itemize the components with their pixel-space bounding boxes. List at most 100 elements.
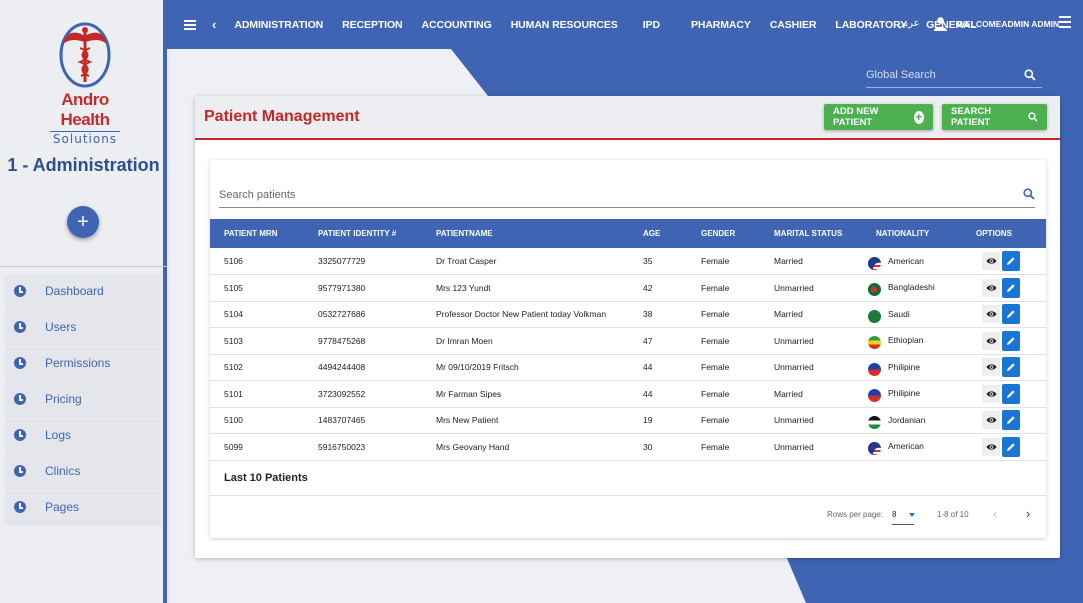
view-button[interactable] (982, 252, 1000, 270)
table-row[interactable]: 5102 4494244408 Mr 09/10/2019 Fritsch 44 Fem… (210, 354, 1046, 381)
nav-accounting[interactable]: ACCOUNTING (422, 19, 492, 31)
nav-administration[interactable]: ADMINISTRATION (234, 19, 323, 31)
patient-search-input[interactable] (219, 184, 999, 206)
brand-name: Andro Health (60, 90, 110, 129)
rows-per-page-label: Rows per page: (827, 510, 884, 519)
sidebar-item-pricing[interactable]: Pricing (5, 382, 161, 416)
col-header-gender[interactable]: GENDER (687, 219, 760, 248)
table-row[interactable]: 5105 9577971380 Mrs 123 Yundt 42 Female Unmar… (210, 275, 1046, 301)
nav-pharmacy[interactable]: PHARMACY (691, 19, 751, 31)
user-name[interactable]: WELCOMEADMIN ADMIN (957, 19, 1059, 29)
rows-per-page-select[interactable]: 8 (892, 510, 915, 525)
logo: Andro Health Solutions (40, 22, 130, 146)
pencil-icon (1007, 257, 1015, 265)
col-header-marital[interactable]: MARITAL STATUS (760, 219, 854, 248)
patient-management-card: Patient Management ADD NEW PATIENT + SEA… (195, 96, 1060, 558)
sidebar-item-pages[interactable]: Pages (5, 490, 161, 524)
cell-nationality: Philipine (854, 381, 968, 408)
edit-button[interactable] (1002, 436, 1020, 457)
cell-mrn: 5106 (224, 256, 243, 266)
col-header-name[interactable]: PATIENTNAME (422, 219, 629, 248)
cell-gender: Female (701, 415, 730, 426)
language-toggle[interactable]: عربي (897, 18, 920, 29)
table-row[interactable]: 5101 3723092552 Mr Farman Sipes 44 Female Mar… (210, 381, 1046, 408)
view-button[interactable] (982, 331, 1000, 350)
cell-marital: Unmarried (774, 415, 814, 426)
cell-identity: 5916750023 (318, 441, 366, 452)
sidebar-item-clinics[interactable]: Clinics (5, 454, 161, 488)
rows-per-page-value: 8 (892, 510, 897, 519)
clock-icon (14, 393, 26, 405)
add-new-patient-button[interactable]: ADD NEW PATIENT + (824, 104, 933, 130)
eye-icon (986, 364, 996, 370)
cell-gender: Female (701, 388, 730, 399)
add-fab-button[interactable]: + (67, 206, 99, 238)
search-icon[interactable] (1023, 188, 1035, 200)
edit-button[interactable] (1002, 357, 1020, 378)
cell-age: 44 (643, 388, 653, 399)
edit-button[interactable] (1002, 383, 1020, 404)
edit-button[interactable] (1002, 330, 1020, 351)
nav-reception[interactable]: RECEPTION (342, 19, 402, 31)
card-header: Patient Management ADD NEW PATIENT + SEA… (195, 96, 1060, 140)
next-page-button[interactable]: › (1026, 506, 1030, 521)
eye-icon (986, 338, 996, 344)
sidebar-item-permissions[interactable]: Permissions (5, 346, 161, 380)
sidebar: Andro Health Solutions 1 - Administratio… (0, 0, 167, 603)
cell-marital: Unmarried (774, 441, 814, 452)
cell-options (968, 328, 1046, 355)
cell-mrn: 5103 (224, 335, 243, 346)
nav-human-resources[interactable]: HUMAN RESOURCES (511, 19, 618, 31)
user-icon[interactable] (934, 17, 947, 31)
sidebar-item-dashboard[interactable]: Dashboard (5, 274, 161, 308)
view-button[interactable] (982, 384, 1000, 403)
edit-button[interactable] (1002, 251, 1020, 271)
view-button[interactable] (982, 411, 1000, 430)
table-row[interactable]: 5100 1483707465 Mrs New Patient 19 Female Unm… (210, 407, 1046, 434)
sidebar-item-label: Users (45, 320, 77, 334)
table-row[interactable]: 5106 3325077729 Dr Troat Casper 35 Female Mar… (210, 248, 1046, 275)
sidebar-item-label: Pages (45, 500, 80, 514)
hamburger-menu-icon[interactable] (184, 18, 196, 32)
col-header-identity[interactable]: PATIENT IDENTITY # (304, 219, 422, 248)
edit-button[interactable] (1002, 277, 1020, 298)
dropdown-caret-icon (909, 513, 915, 517)
collapse-chevron-icon[interactable]: ‹ (212, 17, 216, 32)
eye-icon (986, 444, 996, 450)
ph-flag-icon (868, 362, 881, 376)
search-patient-button[interactable]: SEARCH PATIENT (942, 104, 1047, 130)
cell-age: 38 (643, 309, 653, 320)
cell-identity: 9577971380 (318, 282, 366, 293)
view-button[interactable] (982, 358, 1000, 377)
search-icon[interactable] (1024, 69, 1036, 81)
sidebar-item-label: Logs (45, 428, 72, 442)
clock-icon (14, 321, 26, 333)
patients-table-panel: PATIENT MRN PATIENT IDENTITY # PATIENTNA… (210, 160, 1046, 538)
view-button[interactable] (982, 305, 1000, 324)
cell-mrn: 5099 (224, 441, 243, 452)
global-search-input[interactable] (866, 64, 1016, 86)
sidebar-item-logs[interactable]: Logs (5, 418, 161, 452)
view-button[interactable] (982, 278, 1000, 297)
cell-name: Dr Troat Casper (436, 256, 497, 266)
sidebar-menu: Dashboard Users Permissions Pricing Logs… (5, 274, 161, 526)
eye-icon (986, 391, 996, 397)
col-header-nationality[interactable]: NATIONALITY (854, 219, 968, 248)
view-button[interactable] (982, 437, 1000, 456)
sa-flag-icon (868, 309, 881, 323)
col-header-age[interactable]: AGE (629, 219, 687, 248)
table-row[interactable]: 5104 0532727686 Professor Doctor New Patie… (210, 301, 1046, 328)
edit-button[interactable] (1002, 410, 1020, 431)
sidebar-item-users[interactable]: Users (5, 310, 161, 344)
edit-button[interactable] (1002, 304, 1020, 325)
sidebar-item-label: Clinics (45, 464, 81, 478)
table-row[interactable]: 5103 9778475268 Dr Imran Moen 47 Female Unmar… (210, 328, 1046, 355)
nav-cashier[interactable]: CASHIER (770, 19, 817, 31)
nav-ipd[interactable]: IPD (643, 19, 660, 31)
col-header-mrn[interactable]: PATIENT MRN (210, 219, 304, 248)
module-nav: ADMINISTRATION RECEPTION ACCOUNTING HUMA… (234, 19, 995, 31)
previous-page-button[interactable]: ‹ (993, 506, 997, 521)
eye-icon (986, 417, 996, 423)
right-menu-icon[interactable] (1059, 16, 1071, 32)
table-row[interactable]: 5099 5916750023 Mrs Geovany Hand 30 Female Un… (210, 434, 1046, 460)
